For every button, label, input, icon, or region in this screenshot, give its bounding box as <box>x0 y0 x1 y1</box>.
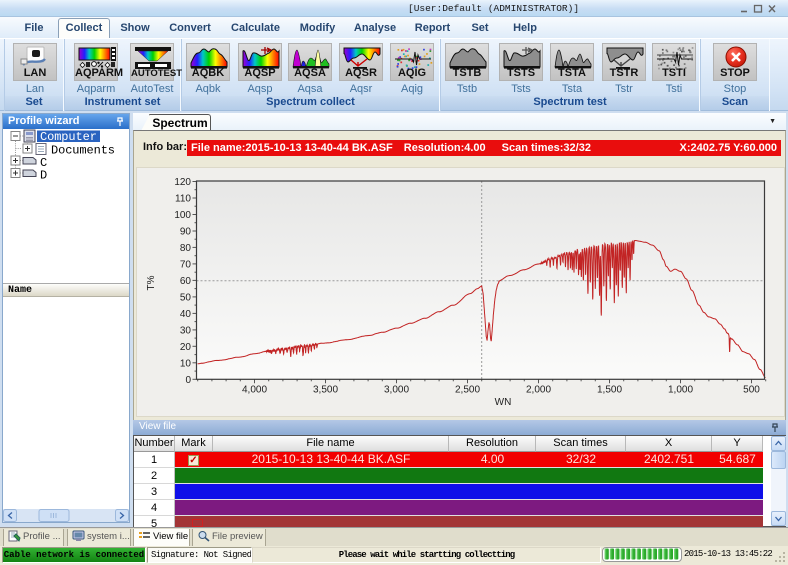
svg-text:70: 70 <box>180 259 192 270</box>
svg-text:110: 110 <box>175 194 191 205</box>
svg-text:60: 60 <box>180 276 192 287</box>
svg-text:1,000: 1,000 <box>668 385 693 396</box>
svg-text:WN: WN <box>495 397 512 408</box>
svg-text:500: 500 <box>743 385 760 396</box>
svg-text:80: 80 <box>180 243 192 254</box>
svg-text:1,500: 1,500 <box>597 385 622 396</box>
svg-text:30: 30 <box>180 325 192 336</box>
svg-text:40: 40 <box>180 309 192 320</box>
svg-text:D: D <box>40 169 47 183</box>
svg-text:2,000: 2,000 <box>526 385 551 396</box>
svg-text:120: 120 <box>174 177 191 188</box>
svg-text:90: 90 <box>180 227 192 238</box>
svg-text:20: 20 <box>180 342 192 353</box>
svg-text:4,000: 4,000 <box>242 385 267 396</box>
svg-text:10: 10 <box>180 358 192 369</box>
svg-text:3,500: 3,500 <box>313 385 338 396</box>
svg-text:Computer: Computer <box>40 130 97 144</box>
svg-text:0: 0 <box>185 375 191 386</box>
svg-text:2,500: 2,500 <box>455 385 480 396</box>
svg-text:Documents: Documents <box>51 144 115 158</box>
svg-text:3,000: 3,000 <box>384 385 409 396</box>
svg-text:100: 100 <box>174 210 191 221</box>
svg-text:T%: T% <box>146 275 157 290</box>
svg-text:50: 50 <box>180 292 192 303</box>
